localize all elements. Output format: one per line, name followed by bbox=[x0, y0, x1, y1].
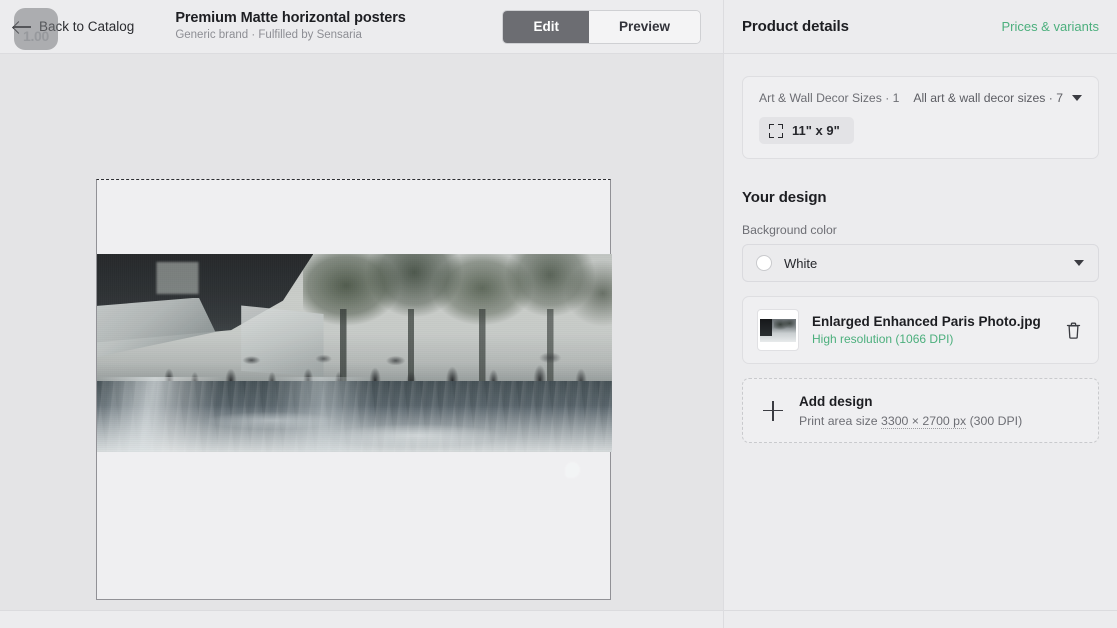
design-file-thumbnail bbox=[757, 309, 799, 351]
back-to-catalog-label: Back to Catalog bbox=[39, 19, 135, 34]
selected-size-label: 11" x 9" bbox=[792, 123, 840, 138]
all-sizes-label: All art & wall decor sizes · 7 bbox=[913, 91, 1063, 105]
size-category-label: Art & Wall Decor Sizes · 1 bbox=[759, 91, 900, 105]
editor-pane: Back to Catalog Premium Matte horizontal… bbox=[0, 0, 723, 628]
design-file-card[interactable]: Enlarged Enhanced Paris Photo.jpg High r… bbox=[742, 296, 1099, 364]
thumbnail-image bbox=[760, 319, 796, 342]
expand-icon bbox=[769, 123, 783, 138]
delete-design-button[interactable] bbox=[1065, 321, 1082, 340]
product-details-body: Art & Wall Decor Sizes · 1 All art & wal… bbox=[724, 54, 1117, 628]
design-file-name[interactable]: Enlarged Enhanced Paris Photo.jpg bbox=[812, 314, 1052, 329]
back-to-catalog-button[interactable]: Back to Catalog bbox=[14, 19, 134, 34]
mode-toggle: Edit Preview bbox=[502, 9, 701, 44]
product-details-panel: Product details Prices & variants Art & … bbox=[723, 0, 1117, 628]
background-color-value: White bbox=[784, 255, 818, 271]
background-color-label: Background color bbox=[742, 223, 837, 237]
artwork-storefront-signage bbox=[117, 261, 293, 294]
design-file-meta: Enlarged Enhanced Paris Photo.jpg High r… bbox=[812, 314, 1052, 346]
sizes-card: Art & Wall Decor Sizes · 1 All art & wal… bbox=[742, 76, 1099, 159]
chevron-down-icon bbox=[1074, 260, 1084, 266]
editor-topbar: Back to Catalog Premium Matte horizontal… bbox=[0, 0, 723, 54]
add-design-subtitle: Print area size 3300 × 2700 px (300 DPI) bbox=[799, 414, 1023, 429]
design-file-resolution: High resolution (1066 DPI) bbox=[812, 332, 954, 346]
print-area-suffix: (300 DPI) bbox=[966, 414, 1023, 428]
add-design-text: Add design Print area size 3300 × 2700 p… bbox=[799, 393, 1023, 429]
color-swatch-icon bbox=[756, 255, 772, 271]
arrow-left-icon bbox=[14, 20, 31, 33]
artwork-image[interactable] bbox=[97, 254, 612, 452]
print-area-prefix: Print area size bbox=[799, 414, 882, 428]
all-sizes-dropdown[interactable]: All art & wall decor sizes · 7 bbox=[913, 91, 1082, 105]
your-design-heading: Your design bbox=[742, 189, 827, 206]
page-title: Premium Matte horizontal posters bbox=[175, 10, 406, 26]
chevron-down-icon bbox=[1072, 95, 1082, 101]
product-editor-app: Back to Catalog Premium Matte horizontal… bbox=[0, 0, 1117, 628]
product-subtitle: Generic brand · Fulfilled by Sensaria bbox=[175, 29, 362, 41]
panel-bottom-divider bbox=[724, 610, 1117, 611]
design-canvas[interactable] bbox=[0, 54, 723, 628]
add-design-title: Add design bbox=[799, 394, 873, 409]
print-area-dimensions: 3300 × 2700 px bbox=[881, 414, 967, 429]
artwork-wet-reflections bbox=[97, 376, 612, 452]
add-design-button[interactable]: Add design Print area size 3300 × 2700 p… bbox=[742, 378, 1099, 443]
background-color-select[interactable]: White bbox=[742, 244, 1099, 282]
plus-icon bbox=[763, 400, 783, 421]
artboard[interactable] bbox=[96, 179, 612, 600]
editor-bottom-strip bbox=[0, 611, 723, 628]
prices-and-variants-link[interactable]: Prices & variants bbox=[1001, 19, 1099, 34]
selected-size-chip[interactable]: 11" x 9" bbox=[759, 117, 854, 144]
product-title-block: Premium Matte horizontal posters Generic… bbox=[175, 10, 406, 43]
product-details-title: Product details bbox=[742, 18, 849, 35]
tab-preview[interactable]: Preview bbox=[588, 10, 700, 43]
product-details-header: Product details Prices & variants bbox=[724, 0, 1117, 54]
tab-edit[interactable]: Edit bbox=[503, 10, 589, 43]
sizes-card-header: Art & Wall Decor Sizes · 1 All art & wal… bbox=[759, 91, 1082, 105]
